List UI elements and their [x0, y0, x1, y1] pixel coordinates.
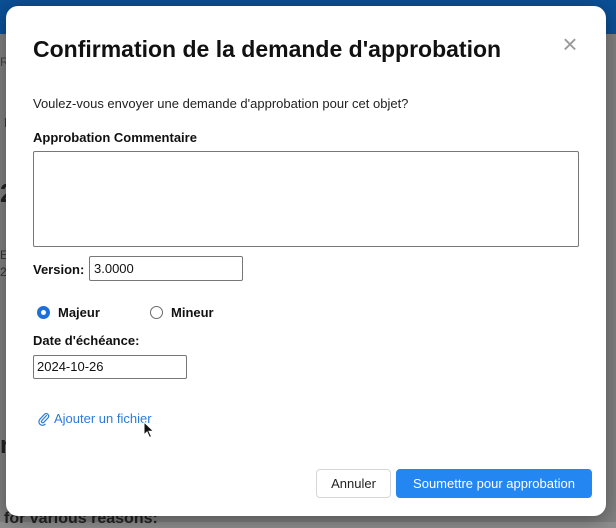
radio-major[interactable]	[37, 306, 50, 319]
radio-minor[interactable]	[150, 306, 163, 319]
cancel-button[interactable]: Annuler	[316, 469, 391, 498]
approval-dialog: Confirmation de la demande d'approbation…	[6, 6, 606, 516]
comment-label: Approbation Commentaire	[33, 130, 197, 145]
radio-minor-option[interactable]: Mineur	[150, 305, 214, 320]
submit-for-approval-button[interactable]: Soumettre pour approbation	[396, 469, 592, 498]
version-input[interactable]: 3.0000	[89, 256, 243, 281]
due-date-input[interactable]: 2024-10-26	[33, 355, 187, 379]
radio-minor-label: Mineur	[171, 305, 214, 320]
close-icon[interactable]: ×	[558, 31, 582, 57]
attach-file-label: Ajouter un fichier	[54, 411, 152, 426]
mouse-cursor-icon	[143, 421, 155, 439]
radio-major-option[interactable]: Majeur	[37, 305, 100, 320]
version-label: Version:	[33, 262, 85, 277]
dialog-title: Confirmation de la demande d'approbation	[33, 36, 502, 62]
comment-textarea[interactable]	[33, 151, 579, 247]
dialog-question: Voulez-vous envoyer une demande d'approb…	[33, 96, 409, 111]
paperclip-icon	[38, 412, 50, 426]
radio-major-label: Majeur	[58, 305, 100, 320]
attach-file-link[interactable]: Ajouter un fichier	[38, 411, 152, 426]
due-date-label: Date d'échéance:	[33, 333, 140, 348]
